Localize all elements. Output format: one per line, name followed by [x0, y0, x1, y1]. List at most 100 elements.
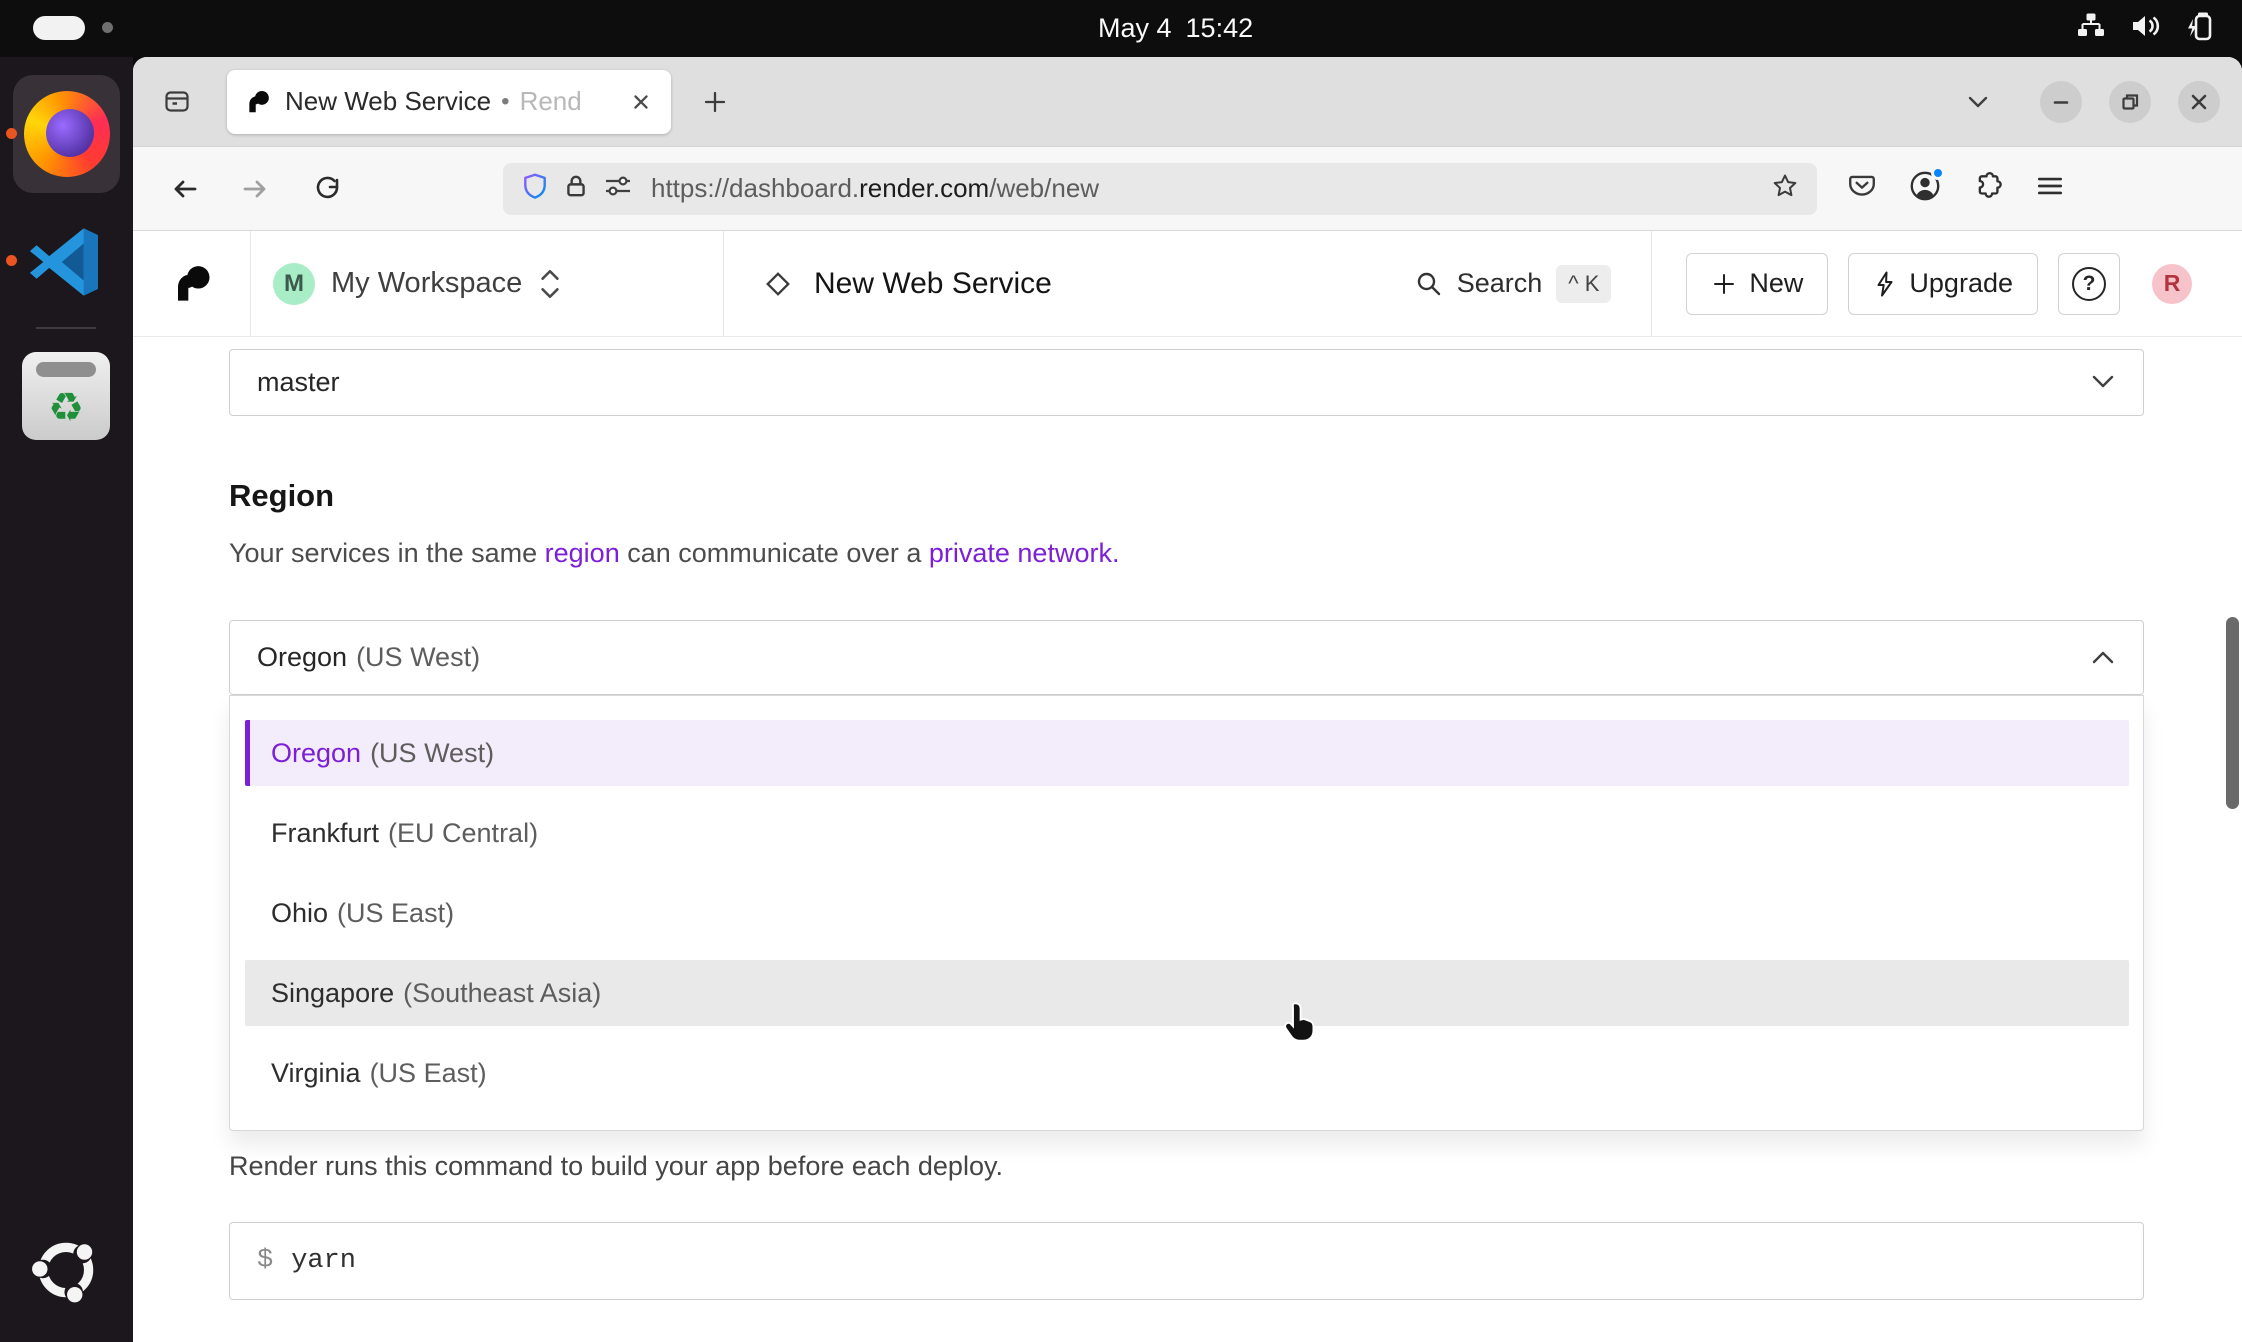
question-mark-icon: ? [2072, 267, 2106, 301]
hamburger-icon [2035, 171, 2065, 201]
option-name: Singapore [271, 978, 394, 1009]
menu-button[interactable] [2035, 171, 2065, 206]
firefox-view-button[interactable] [153, 78, 201, 126]
app-header: M My Workspace New Web Service Search ^ … [133, 231, 2242, 337]
battery-icon [2184, 11, 2216, 46]
private-network-link[interactable]: private network. [929, 538, 1120, 568]
diamond-icon [762, 268, 794, 300]
mouse-cursor [1283, 1001, 1317, 1048]
chevron-down-icon [2090, 367, 2116, 398]
user-avatar[interactable]: R [2152, 264, 2192, 304]
system-status-icons[interactable] [2076, 0, 2216, 57]
minimize-icon [2048, 89, 2074, 115]
tracking-protection-icon[interactable] [521, 172, 549, 205]
tab-title-bullet: • [501, 88, 509, 116]
dock-item-vscode[interactable] [24, 220, 108, 304]
region-heading: Region [229, 478, 334, 514]
region-option-ohio[interactable]: Ohio (US East) [245, 880, 2129, 946]
dock-separator [36, 327, 96, 329]
account-button[interactable] [1909, 170, 1941, 207]
lock-icon[interactable] [563, 173, 589, 204]
tab-title-suffix: Rend [520, 86, 582, 117]
firefox-icon [24, 91, 110, 177]
account-notification-dot [1931, 166, 1945, 180]
activities-indicator[interactable] [33, 16, 85, 40]
region-desc-text: Your services in the same [229, 538, 545, 568]
build-command-description: Render runs this command to build your a… [229, 1151, 1003, 1182]
forward-icon [240, 174, 272, 204]
clock-time: 15:42 [1186, 13, 1254, 43]
option-name: Frankfurt [271, 818, 379, 849]
back-button[interactable] [159, 164, 209, 214]
minimize-button[interactable] [2040, 81, 2082, 123]
region-option-virginia[interactable]: Virginia(US East) [245, 1040, 2129, 1106]
region-option-oregon[interactable]: Oregon (US West) [245, 720, 2129, 786]
upgrade-button[interactable]: Upgrade [1848, 253, 2038, 315]
url-domain: render.com [859, 173, 989, 203]
region-selected-detail: (US West) [356, 642, 480, 673]
new-tab-button[interactable] [691, 78, 739, 126]
option-detail: (US West) [370, 738, 494, 769]
url-text[interactable]: https://dashboard.render.com/web/new [651, 173, 1771, 204]
close-icon [2186, 89, 2212, 115]
option-name: Virginia [271, 1058, 361, 1089]
toolbar-right-icons [1847, 170, 2065, 207]
page-scrollbar[interactable] [2226, 617, 2239, 809]
region-description: Your services in the same region can com… [229, 538, 1119, 569]
region-options-listbox: Oregon (US West) Frankfurt(EU Central) Oh… [229, 695, 2144, 1131]
tab-list-button[interactable] [1954, 78, 2002, 126]
system-clock[interactable]: May 4 15:42 [1098, 0, 1267, 57]
permissions-icon[interactable] [603, 173, 633, 204]
dock-item-trash[interactable]: ♻ [22, 352, 110, 440]
plus-icon [1711, 271, 1737, 297]
bolt-icon [1873, 270, 1897, 298]
search-button[interactable]: Search ^ K [1415, 265, 1612, 303]
region-option-singapore[interactable]: Singapore(Southeast Asia) [245, 960, 2129, 1026]
render-logo[interactable] [133, 263, 250, 305]
region-select[interactable]: Oregon (US West) [229, 620, 2144, 695]
close-window-button[interactable] [2178, 81, 2220, 123]
search-shortcut-kbd: ^ K [1556, 265, 1611, 303]
browser-tab[interactable]: New Web Service • Rend [227, 70, 671, 134]
option-detail: (US East) [337, 898, 454, 929]
page-title-section: New Web Service [724, 267, 1415, 301]
forward-button[interactable] [231, 164, 281, 214]
option-name: Ohio [271, 898, 328, 929]
branch-select[interactable]: master [229, 349, 2144, 416]
bookmark-star-icon[interactable] [1771, 172, 1799, 205]
chevron-updown-icon [538, 267, 562, 301]
system-top-bar: May 4 15:42 [0, 0, 2242, 57]
clock-date: May 4 [1098, 13, 1172, 43]
new-button[interactable]: New [1686, 253, 1828, 315]
vscode-running-dot [6, 255, 17, 266]
region-link[interactable]: region [545, 538, 620, 568]
help-button[interactable]: ? [2058, 253, 2120, 315]
firefox-running-dot [6, 128, 17, 139]
chevron-up-icon [2090, 642, 2116, 673]
header-actions: New Upgrade ? R [1652, 253, 2242, 315]
tab-close-button[interactable] [623, 84, 659, 120]
search-label: Search [1457, 268, 1543, 299]
build-command-input[interactable]: $ yarn [229, 1222, 2144, 1300]
url-prefix: https://dashboard. [651, 173, 859, 203]
workspace-switcher[interactable]: M My Workspace [251, 263, 723, 305]
restore-icon [2117, 89, 2143, 115]
vscode-icon [24, 220, 108, 304]
option-name: Oregon [271, 738, 361, 769]
reload-button[interactable] [303, 164, 353, 214]
workspace-name: My Workspace [331, 267, 522, 300]
extensions-icon[interactable] [1973, 171, 2003, 206]
url-bar[interactable]: https://dashboard.render.com/web/new [503, 163, 1817, 215]
restore-button[interactable] [2109, 81, 2151, 123]
close-icon [629, 90, 653, 114]
ubuntu-logo[interactable] [29, 1233, 103, 1307]
page-title: New Web Service [814, 267, 1052, 301]
network-icon [2076, 12, 2106, 45]
tab-bar: New Web Service • Rend [133, 57, 2242, 147]
command-value: yarn [291, 1246, 356, 1276]
pocket-icon[interactable] [1847, 171, 1877, 206]
dock-item-firefox[interactable] [13, 75, 120, 193]
command-prompt: $ [257, 1246, 273, 1276]
region-option-frankfurt[interactable]: Frankfurt(EU Central) [245, 800, 2129, 866]
workspace-indicator-dot[interactable] [102, 22, 113, 33]
